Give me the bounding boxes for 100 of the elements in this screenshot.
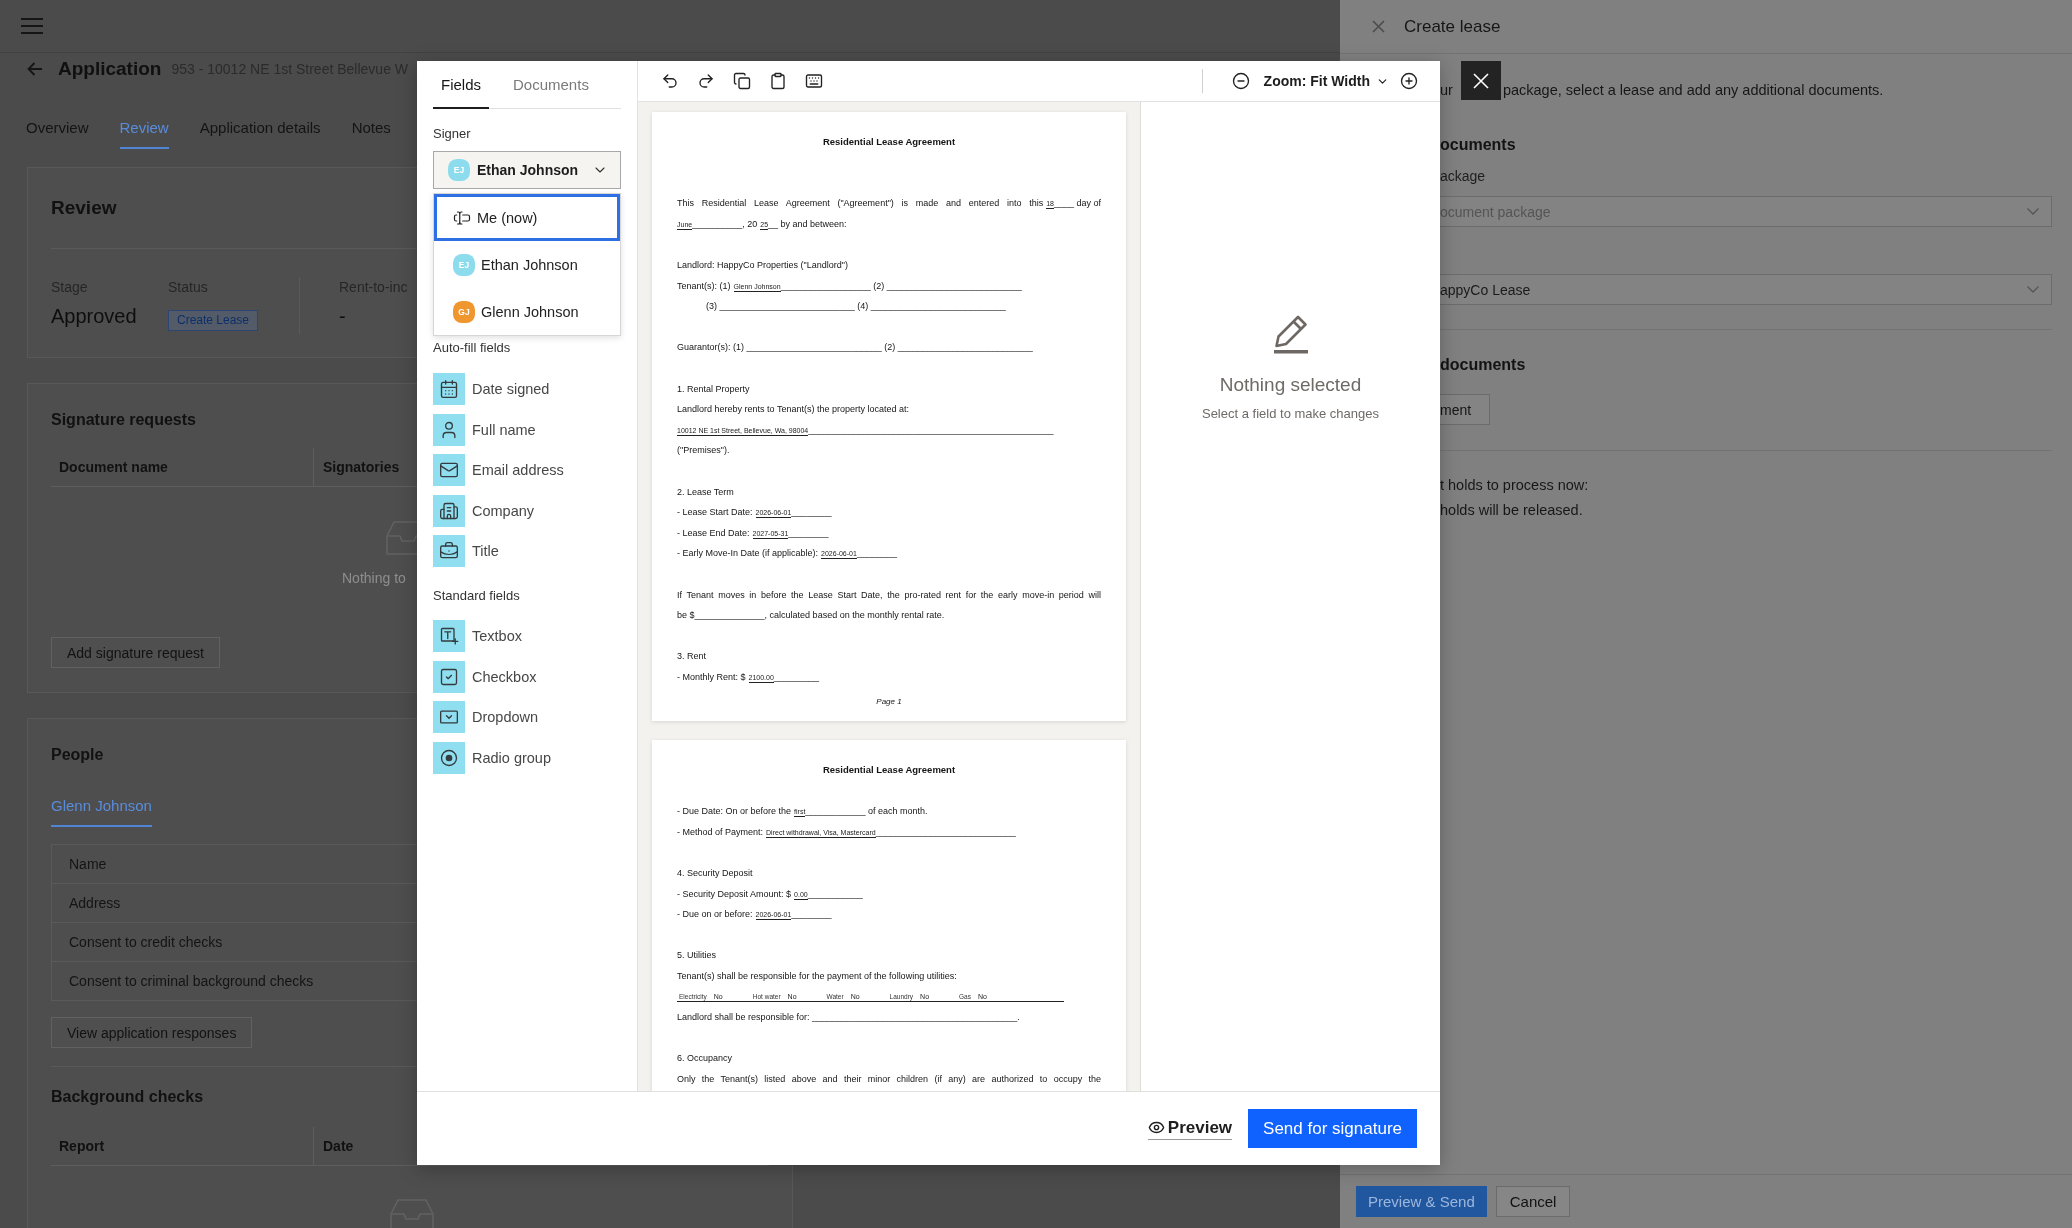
- close-button[interactable]: [1461, 61, 1501, 100]
- document-text: - Security Deposit Amount: $: [677, 888, 792, 900]
- dropdown-icon: [433, 701, 465, 733]
- empty-state-text: Nothing to: [342, 569, 406, 588]
- notice-text: t holds to process now:: [1440, 476, 1589, 495]
- document-title: Residential Lease Agreement: [822, 136, 956, 148]
- document-text: - Lease Start Date:: [677, 507, 753, 519]
- document-button[interactable]: ment: [1440, 394, 1491, 425]
- document-text: - Due on or before:: [677, 909, 753, 921]
- document-text: 6. Occupancy: [677, 1053, 733, 1065]
- table-cell: Address: [52, 883, 417, 922]
- close-icon: [1473, 72, 1489, 89]
- page-number: Page 1: [876, 696, 902, 707]
- panel-tab[interactable]: Fields: [433, 61, 489, 109]
- document-text: 5. Utilities: [677, 950, 716, 962]
- field-item[interactable]: Email address: [433, 454, 564, 486]
- card-title: Background checks: [51, 1087, 204, 1107]
- section-heading: documents: [1440, 355, 1526, 375]
- empty-state-hint: Select a field to make changes: [1201, 405, 1380, 423]
- document-text: - Due Date: On or before the: [677, 806, 792, 818]
- document-title: Residential Lease Agreement: [822, 763, 956, 776]
- document-text: Only the Tenant(s) listed above and their minor children (if any) are authorized to occupy the: [677, 1073, 1101, 1085]
- document-text: 1. Rental Property: [677, 383, 750, 395]
- document-text: __ by and between:: [768, 218, 847, 230]
- panel-tab[interactable]: Documents: [505, 61, 597, 109]
- document-text: Landlord hereby rents to Tenant(s) the property located at:: [677, 404, 909, 416]
- field-item[interactable]: Checkbox: [433, 660, 537, 693]
- document-text: ____________________________: [875, 826, 1016, 838]
- table-cell-text: Name: [68, 855, 108, 874]
- copy-icon[interactable]: [733, 72, 751, 90]
- send-for-signature-button[interactable]: Send for signature: [1248, 1109, 1417, 1148]
- field-item[interactable]: Radio group: [433, 741, 551, 774]
- document-text: (3) ___________________________ (4) ___________________________: [706, 301, 1006, 313]
- page-title: Application: [58, 57, 162, 81]
- empty-state-title: Nothing selected: [1219, 373, 1362, 397]
- field-item[interactable]: Textbox: [433, 620, 522, 652]
- preview-send-button[interactable]: Preview & Send: [1356, 1186, 1487, 1217]
- card-title: Review: [51, 196, 117, 220]
- keyboard-icon[interactable]: [805, 72, 823, 90]
- clipboard-icon[interactable]: [769, 72, 787, 90]
- minus-circle-icon[interactable]: [1231, 72, 1250, 90]
- preview-button[interactable]: Preview: [1147, 1117, 1233, 1140]
- document-text: _________________________________________________: [808, 424, 1054, 436]
- drawer-title: Create lease: [1404, 15, 1501, 38]
- calendar-icon: [433, 373, 465, 405]
- field-item[interactable]: Company: [433, 494, 535, 527]
- document-text: Landlord: HappyCo Properties ("Landlord"): [677, 260, 848, 272]
- card-title: Signature requests: [51, 410, 196, 430]
- envelope-icon: [433, 454, 465, 486]
- document-text: ____________ of each month.: [805, 806, 928, 818]
- table-header-cell-text: Report: [58, 1137, 106, 1156]
- field-item[interactable]: Full name: [433, 413, 536, 446]
- radio-button-icon: [433, 741, 465, 774]
- document-text: Landlord shall be responsible for: _________________________________________.: [677, 1012, 1020, 1024]
- menu-option[interactable]: EJ Ethan Johnson: [434, 241, 620, 288]
- menu-option[interactable]: GJ Glenn Johnson: [434, 288, 620, 335]
- field-item[interactable]: Date signed: [433, 373, 550, 405]
- menu-option[interactable]: Me (now): [434, 194, 620, 241]
- briefcase-icon: [433, 535, 465, 567]
- chevron-down-icon: [2027, 286, 2039, 293]
- field-item[interactable]: Dropdown: [433, 701, 539, 733]
- text-box-icon: [433, 620, 465, 652]
- document-text: - Method of Payment:: [677, 826, 764, 838]
- notice-text: holds will be released.: [1440, 501, 1583, 520]
- pencil-icon: [1271, 314, 1310, 354]
- document-text: 3. Rent: [677, 651, 707, 663]
- stat-value: -: [339, 304, 346, 328]
- avatar: EJ: [453, 253, 475, 276]
- group-title: Standard fields: [433, 588, 520, 604]
- undo-icon[interactable]: [661, 72, 679, 90]
- section-heading: ocuments: [1440, 135, 1516, 155]
- document-text: __________________ (2) ___________________________: [780, 280, 1022, 292]
- intro-text: ur: [1440, 81, 1453, 100]
- cancel-button[interactable]: Cancel: [1495, 1186, 1571, 1217]
- plus-circle-icon[interactable]: [1400, 72, 1418, 90]
- field-label: ackage: [1440, 167, 1486, 186]
- card-title: People: [51, 745, 104, 765]
- document-text: ("Premises").: [677, 445, 730, 457]
- document-text: This Residential Lease Agreement ("Agreement") is made and entered into this: [677, 198, 1044, 210]
- document-text: - Early Move-In Date (if applicable):: [677, 548, 819, 560]
- signer-select[interactable]: EJ Ethan Johnson: [433, 151, 621, 189]
- document-text: ________: [791, 909, 832, 921]
- checkbox-icon: [433, 660, 465, 693]
- document-text: be $______________, calculated based on the monthly rental rate.: [677, 610, 945, 622]
- zoom-dropdown[interactable]: Zoom: Fit Width: [1263, 73, 1389, 89]
- document-text: Tenant(s): (1): [677, 280, 731, 292]
- field-item[interactable]: Title: [433, 535, 499, 567]
- person-icon: [433, 413, 465, 446]
- eye-icon: [1147, 1119, 1165, 1136]
- select-field[interactable]: appyCo Lease: [1440, 274, 2052, 305]
- document-text: 4. Security Deposit: [677, 868, 753, 879]
- avatar: GJ: [453, 300, 475, 323]
- document-text: Tenant(s) shall be responsible for the payment of the following utilities:: [677, 971, 957, 982]
- redo-icon[interactable]: [697, 72, 715, 90]
- table-cell: Consent to credit checks: [52, 922, 417, 961]
- building-icon: [433, 494, 465, 527]
- chevron-down-icon: [2027, 208, 2039, 215]
- stat-value: Approved: [51, 304, 137, 328]
- text-cursor-icon: [453, 208, 471, 227]
- table-header-cell-text: Document name: [58, 458, 169, 477]
